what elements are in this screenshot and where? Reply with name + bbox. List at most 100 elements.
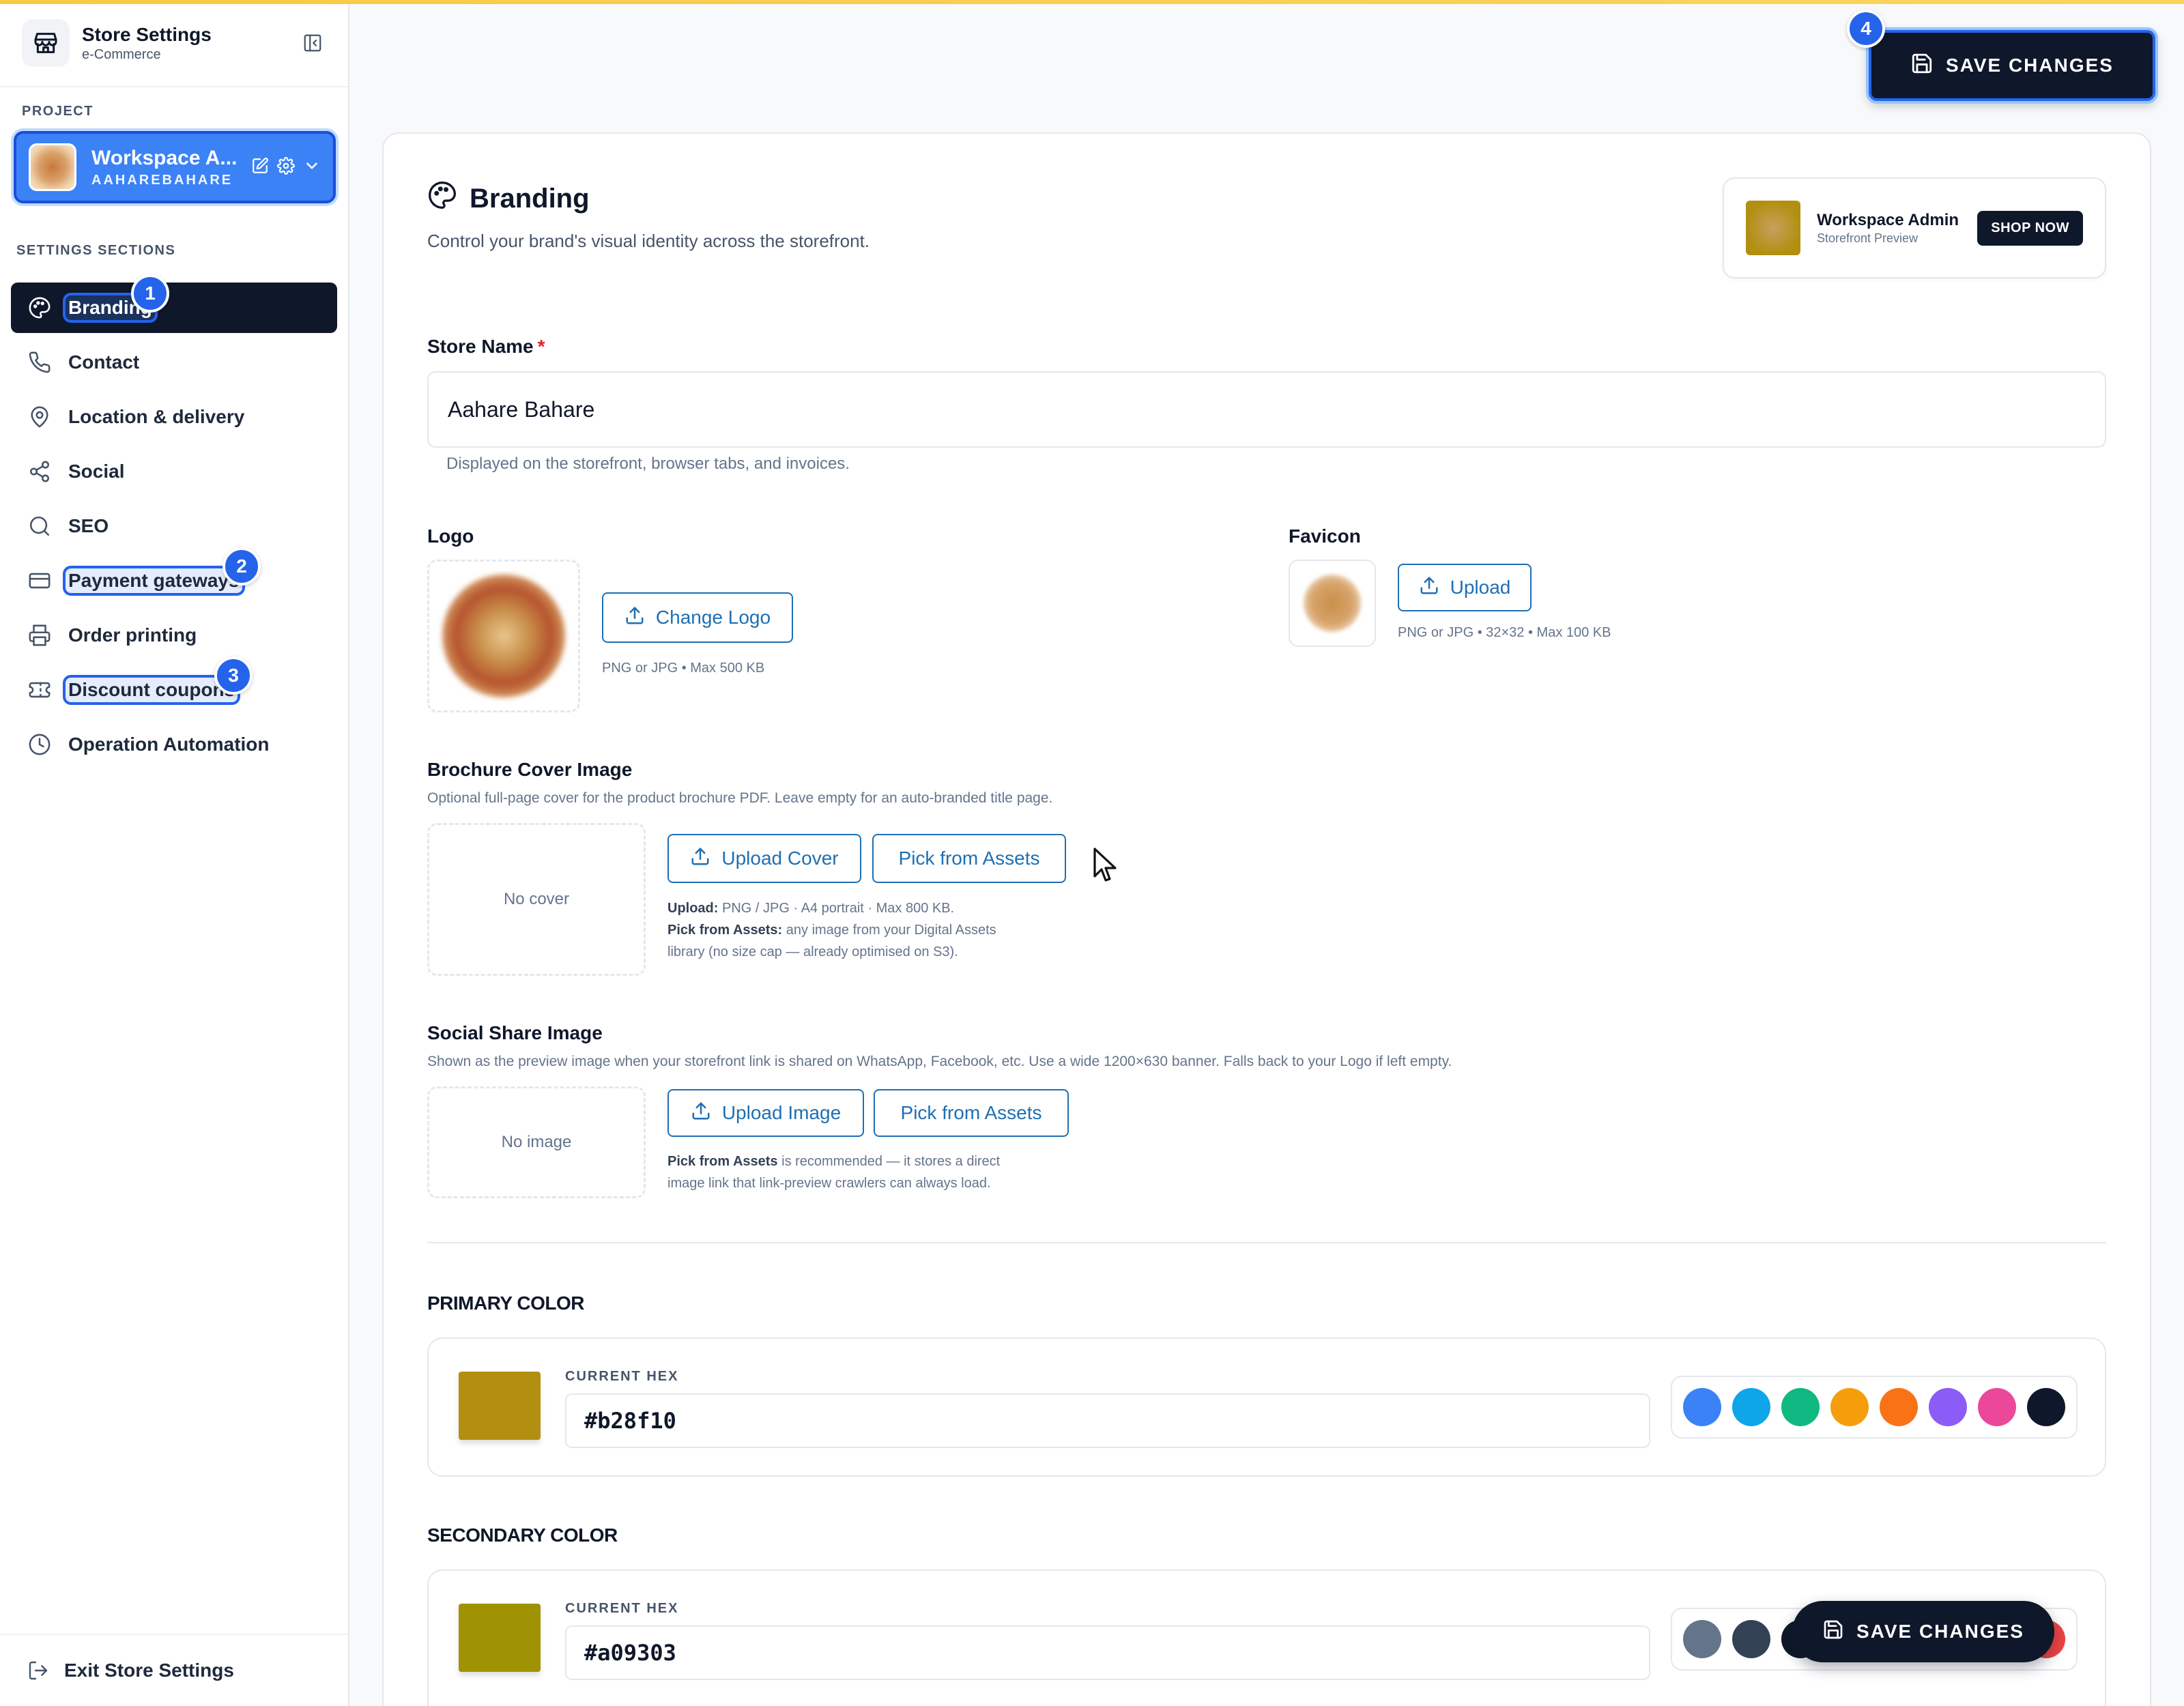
social-share-notes: Pick from Assets is recommended — it sto… <box>667 1151 1000 1194</box>
current-hex-label: CURRENT HEX <box>565 1369 679 1384</box>
primary-hex-input[interactable]: #b28f10 <box>565 1393 1650 1448</box>
store-name-label-text: Store Name <box>427 336 534 357</box>
pick-from-assets-button[interactable]: Pick from Assets <box>874 1089 1069 1137</box>
project-selector[interactable]: Workspace A... AAHAREBAHARE <box>14 131 336 203</box>
note-text: PNG / JPG · A4 portrait · Max 800 KB. <box>718 901 955 916</box>
step-badge: 4 <box>1847 10 1885 48</box>
sidebar-item-seo[interactable]: SEO <box>11 501 337 551</box>
printer-icon <box>27 623 52 648</box>
credit-card-icon <box>27 568 52 593</box>
section-divider <box>427 1242 2106 1243</box>
upload-icon <box>1419 575 1439 601</box>
logo-label: Logo <box>427 525 474 547</box>
save-changes-button[interactable]: SAVE CHANGES <box>1869 30 2155 101</box>
chevron-down-icon[interactable] <box>303 157 321 178</box>
ticket-icon <box>27 678 52 702</box>
preview-store-name: Workspace Admin <box>1817 210 1959 229</box>
sidebar-title: Store Settings <box>82 23 212 45</box>
logo-image <box>442 575 565 697</box>
preset-swatch-blue[interactable] <box>1683 1388 1721 1426</box>
sidebar-item-label: Location & delivery <box>68 406 245 427</box>
preset-swatch-purple[interactable] <box>1929 1388 1967 1426</box>
project-name: Workspace A... <box>91 146 238 169</box>
preset-swatch-dark-slate[interactable] <box>1732 1620 1770 1658</box>
sidebar-item-branding[interactable]: Branding 1 <box>11 274 337 333</box>
sidebar-item-label: Contact <box>68 351 140 373</box>
floating-save-changes-button[interactable]: SAVE CHANGES <box>1792 1601 2054 1662</box>
upload-icon <box>624 605 645 631</box>
favicon-hint: PNG or JPG • 32×32 • Max 100 KB <box>1398 625 1611 640</box>
button-label: Change Logo <box>655 607 771 628</box>
store-name-helper: Displayed on the storefront, browser tab… <box>446 454 850 473</box>
secondary-hex-input[interactable]: #a09303 <box>565 1625 1650 1680</box>
button-label: Upload <box>1450 577 1511 598</box>
note-text: any image from your Digital Assets <box>782 923 996 938</box>
sidebar-item-discount-coupons[interactable]: Discount coupons 3 <box>11 656 337 715</box>
pick-from-assets-button[interactable]: Pick from Assets <box>872 834 1066 883</box>
sidebar-item-location-delivery[interactable]: Location & delivery <box>11 392 337 442</box>
sidebar-item-label: Order printing <box>68 624 197 646</box>
primary-color-swatch[interactable] <box>459 1372 541 1440</box>
store-name-input[interactable]: Aahare Bahare <box>427 371 2106 448</box>
preset-swatch-sky[interactable] <box>1732 1388 1770 1426</box>
brochure-cover-preview: No cover <box>427 823 646 976</box>
project-slug: AAHAREBAHARE <box>91 172 233 188</box>
sidebar-item-contact[interactable]: Contact <box>11 337 337 388</box>
share-icon <box>27 459 52 484</box>
upload-cover-button[interactable]: Upload Cover <box>667 834 861 883</box>
edit-icon[interactable] <box>251 157 269 178</box>
social-share-preview: No image <box>427 1086 646 1198</box>
store-name-label: Store Name * <box>427 336 545 358</box>
sidebar-item-payment-gateways[interactable]: Payment gateways 2 <box>11 547 337 606</box>
settings-nav: Branding 1 Contact Location & delivery S… <box>11 274 337 774</box>
palette-icon <box>27 295 52 320</box>
phone-icon <box>27 350 52 375</box>
button-label: Upload Image <box>721 1102 842 1123</box>
preset-swatch-pink[interactable] <box>1978 1388 2016 1426</box>
primary-color-card: CURRENT HEX #b28f10 <box>427 1338 2106 1477</box>
preview-shop-now-button: SHOP NOW <box>1977 210 2083 246</box>
current-hex-label: CURRENT HEX <box>565 1601 679 1616</box>
storefront-preview: Workspace Admin Storefront Preview SHOP … <box>1723 177 2106 278</box>
preview-caption: Storefront Preview <box>1817 231 1919 245</box>
exit-store-settings-button[interactable]: Exit Store Settings <box>0 1634 349 1706</box>
preset-swatch-orange[interactable] <box>1880 1388 1918 1426</box>
note-bold: Pick from Assets: <box>667 923 783 938</box>
sidebar-item-order-printing[interactable]: Order printing <box>11 610 337 661</box>
preset-swatch-amber[interactable] <box>1830 1388 1869 1426</box>
note-text: library (no size cap — already optimised… <box>667 944 958 959</box>
save-label: SAVE CHANGES <box>1856 1621 2024 1642</box>
preset-swatch-slate[interactable] <box>1683 1620 1721 1658</box>
secondary-color-swatch[interactable] <box>459 1604 541 1672</box>
sidebar-item-social[interactable]: Social <box>11 446 337 497</box>
step-badge: 3 <box>214 656 253 695</box>
brochure-description: Optional full-page cover for the product… <box>427 790 1053 806</box>
gear-icon[interactable] <box>277 156 295 178</box>
change-logo-button[interactable]: Change Logo <box>602 592 793 643</box>
primary-color-title: PRIMARY COLOR <box>427 1292 584 1314</box>
favicon-label: Favicon <box>1289 525 1361 547</box>
search-icon <box>27 514 52 538</box>
map-pin-icon <box>27 405 52 429</box>
sidebar-item-label: Operation Automation <box>68 734 270 755</box>
sidebar-item-label: Payment gateways <box>63 566 245 596</box>
branding-heading: Branding <box>427 180 590 217</box>
upload-image-button[interactable]: Upload Image <box>667 1089 864 1137</box>
store-icon <box>22 19 70 67</box>
logo-preview <box>427 560 580 712</box>
sidebar-item-label: SEO <box>68 515 109 536</box>
preset-swatch-green[interactable] <box>1781 1388 1820 1426</box>
collapse-sidebar-icon[interactable] <box>299 29 326 57</box>
page-subtitle: Control your brand's visual identity acr… <box>427 231 870 251</box>
sidebar-item-operation-automation[interactable]: Operation Automation <box>11 719 337 770</box>
brochure-label: Brochure Cover Image <box>427 759 633 780</box>
clock-icon <box>27 732 52 757</box>
logo-hint: PNG or JPG • Max 500 KB <box>602 661 765 676</box>
note-bold: Pick from Assets <box>667 1154 778 1169</box>
upload-favicon-button[interactable]: Upload <box>1398 564 1532 611</box>
top-accent-bar <box>0 0 2184 4</box>
preview-thumbnail <box>1746 201 1800 255</box>
preset-swatch-navy[interactable] <box>2027 1388 2065 1426</box>
favicon-image <box>1304 575 1361 632</box>
note-text: image link that link-preview crawlers ca… <box>667 1176 991 1191</box>
